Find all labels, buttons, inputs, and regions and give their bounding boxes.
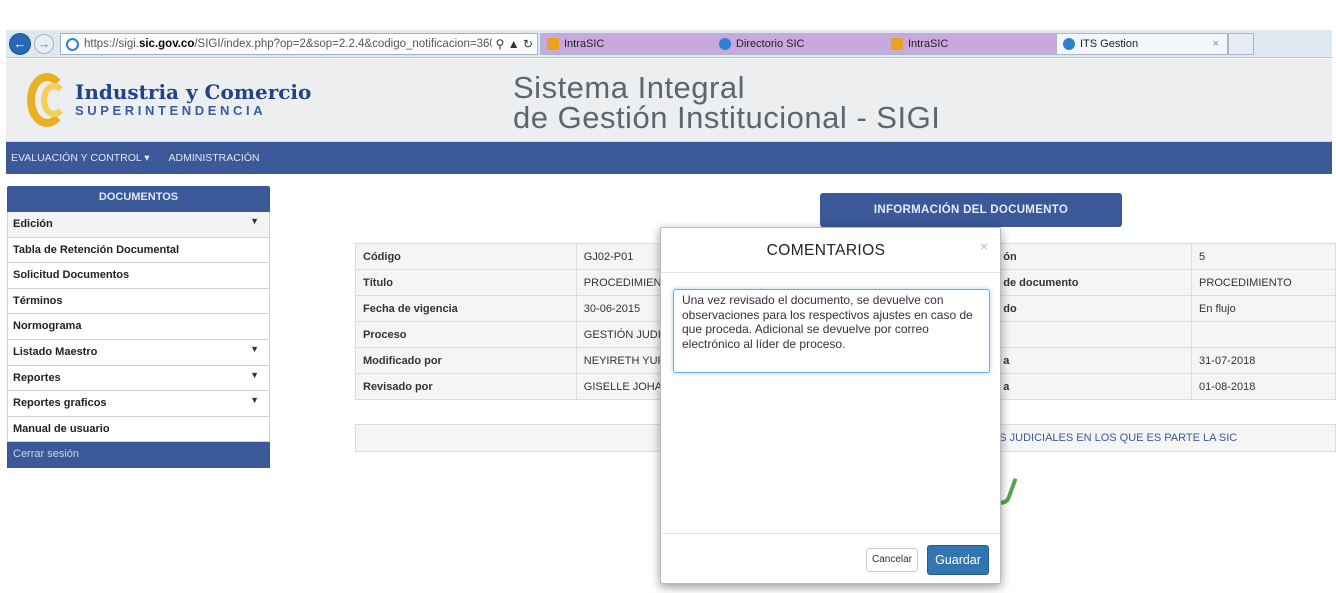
comment-textarea[interactable]: Una vez revisado el documento, se devuel…	[673, 289, 990, 373]
cancel-button[interactable]: Cancelar	[866, 548, 918, 572]
comments-modal: COMENTARIOS × Una vez revisado el docume…	[660, 227, 1001, 584]
close-icon[interactable]: ×	[980, 238, 988, 254]
modal-footer: Cancelar Guardar	[661, 533, 1000, 583]
modal-title: COMENTARIOS	[766, 242, 886, 259]
modal-header: COMENTARIOS ×	[661, 228, 1000, 273]
page: ← → https://sigi.sic.gov.co/SIGI/index.p…	[0, 0, 1336, 593]
save-button[interactable]: Guardar	[927, 545, 989, 575]
